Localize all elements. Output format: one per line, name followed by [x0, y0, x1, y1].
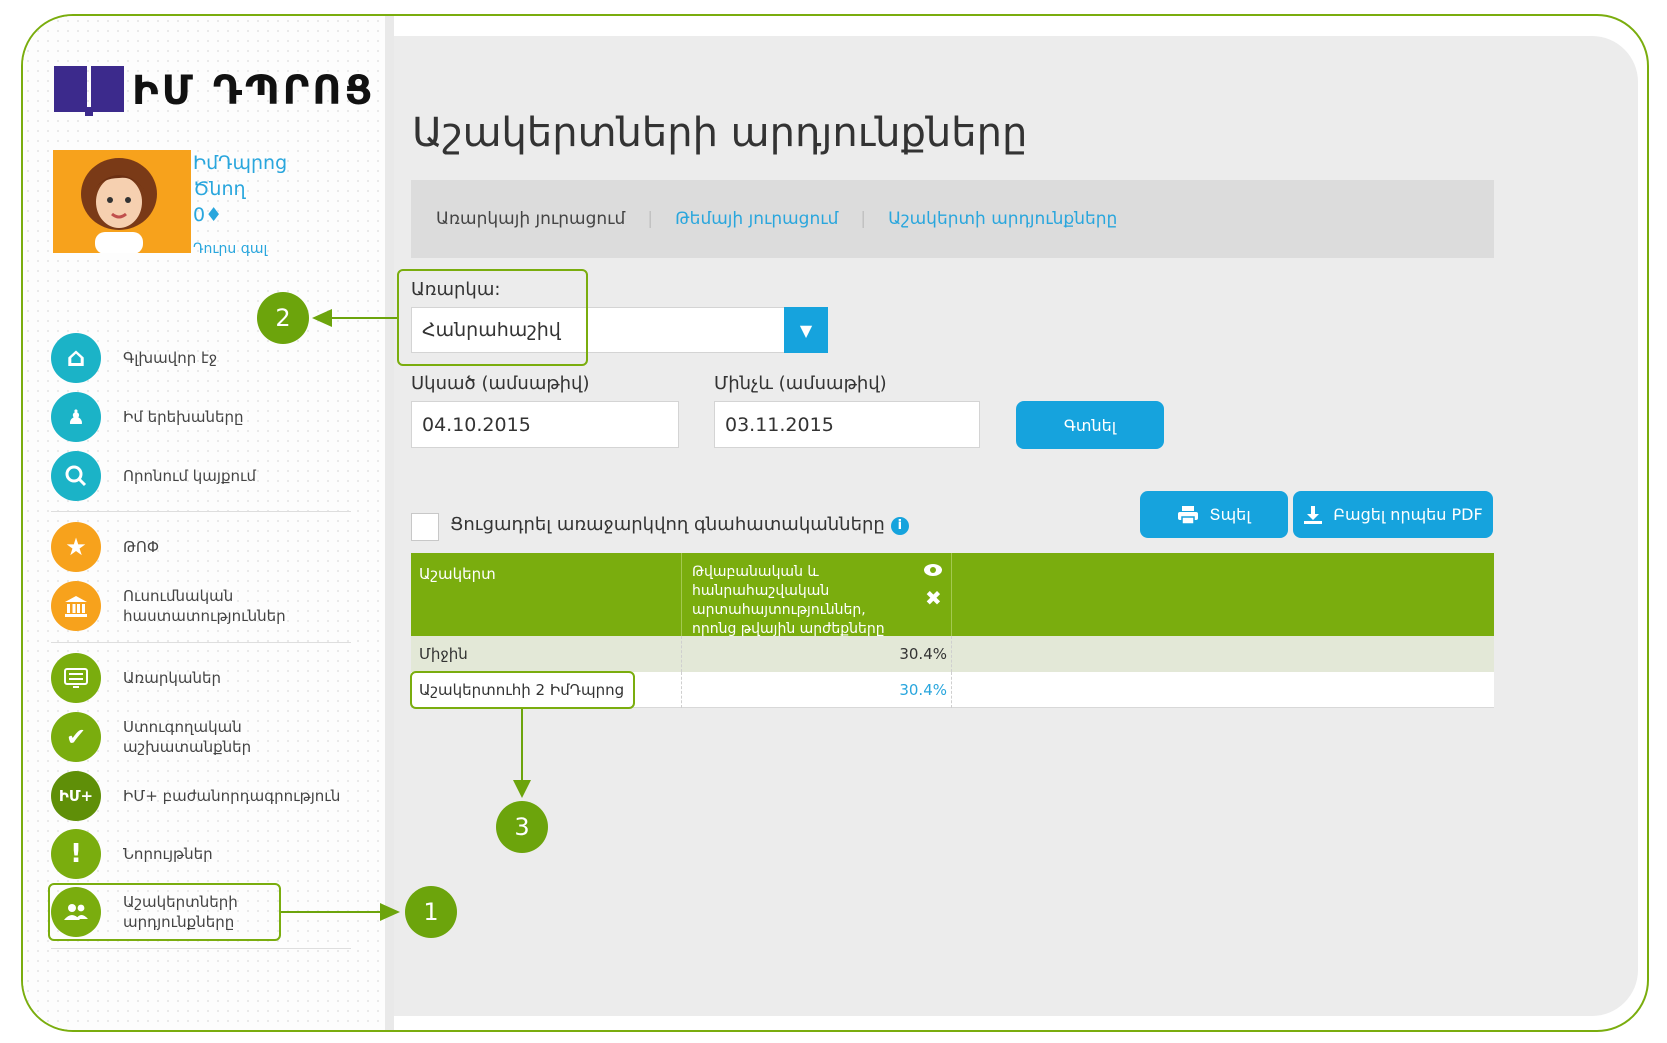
callout-arrow — [521, 709, 523, 781]
pdf-label: Բացել որպես PDF — [1333, 505, 1483, 524]
sidebar-item-news[interactable]: ! Նորույթներ — [51, 827, 381, 881]
label-line: հաստատություններ — [123, 607, 286, 625]
student-score-link[interactable]: 30.4% — [681, 681, 947, 699]
search-icon — [51, 451, 101, 501]
average-label: Միջին — [419, 645, 468, 663]
highlight-box-student — [410, 671, 635, 709]
sidebar-divider — [385, 16, 394, 1030]
children-icon: ♟ — [51, 392, 101, 442]
sidebar-item-children[interactable]: ♟ Իմ երեխաները — [51, 390, 381, 444]
user-last-name[interactable]: Ծնող — [193, 176, 287, 202]
to-date-label: Մինչև (ամսաթիվ) — [714, 373, 887, 394]
sidebar-item-label: ԹՈՓ — [123, 538, 160, 556]
nav-divider — [51, 642, 351, 643]
tab-topic-mastery[interactable]: Թեմայի յուրացում — [675, 209, 838, 229]
sidebar-item-tests[interactable]: ✔ Ստուգողական աշխատանքներ — [51, 710, 381, 764]
user-points: 0♦ — [193, 204, 223, 226]
sidebar-item-search[interactable]: Որոնում կայքում — [51, 449, 381, 503]
exclamation-icon: ! — [51, 829, 101, 879]
sidebar-item-label: Որոնում կայքում — [123, 467, 257, 485]
label-line: Ստուգողական — [123, 718, 242, 736]
callout-arrow — [330, 317, 398, 319]
tab-student-results[interactable]: Աշակերտի արդյունքները — [888, 209, 1117, 229]
highlight-box-nav — [48, 883, 281, 941]
open-pdf-button[interactable]: Բացել որպես PDF — [1293, 491, 1493, 538]
callout-3: 3 — [496, 801, 548, 853]
subjects-icon — [51, 653, 101, 703]
sidebar-item-institutions[interactable]: Ուսումնական հաստատություններ — [51, 579, 381, 633]
average-value: 30.4% — [899, 645, 947, 663]
print-label: Տպել — [1209, 505, 1251, 524]
checkbox-label-text: Ցուցադրել առաջարկվող գնահատականները — [450, 514, 885, 535]
info-icon[interactable]: i — [890, 517, 909, 535]
header-line: որոնց թվային արժեքները — [692, 621, 885, 636]
user-first-name[interactable]: ԻմԴպրոց — [193, 150, 287, 176]
sidebar-item-top[interactable]: ★ ԹՈՓ — [51, 520, 381, 574]
column-divider — [951, 636, 952, 672]
nav-divider — [51, 511, 351, 512]
check-icon: ✔ — [51, 712, 101, 762]
sidebar-item-subjects[interactable]: Առարկաներ — [51, 651, 381, 705]
star-icon: ★ — [51, 522, 101, 572]
printer-icon — [1178, 505, 1199, 525]
table-row-average: Միջին 30.4% — [411, 636, 1494, 672]
column-header-student: Աշակերտ — [419, 565, 496, 583]
column-divider — [951, 672, 952, 708]
arrow-head-down-icon — [513, 780, 531, 798]
header-line: արտահայտություններ, — [692, 602, 866, 618]
sidebar-item-label: ԻՄ+ բաժանորդագրություն — [123, 787, 341, 805]
sidebar-item-subscription[interactable]: ԻՄ+ ԻՄ+ բաժանորդագրություն — [51, 769, 381, 823]
tab-bar: Առարկայի յուրացում | Թեմայի յուրացում | … — [411, 180, 1494, 258]
show-suggested-grades-label: Ցուցադրել առաջարկվող գնահատականները i — [450, 514, 909, 535]
show-suggested-grades-checkbox[interactable] — [411, 513, 439, 541]
column-divider — [951, 553, 952, 636]
from-date-input[interactable]: 04.10.2015 — [411, 401, 679, 448]
column-divider — [681, 553, 682, 636]
label-line: աշխատանքներ — [123, 738, 252, 756]
sidebar-item-label: Առարկաներ — [123, 669, 221, 687]
sidebar-item-label: Ուսումնական հաստատություններ — [123, 586, 286, 626]
results-table-header: Աշակերտ Թվաբանական և հանրահաշվական արտահ… — [411, 553, 1494, 636]
sidebar-item-label: Նորույթներ — [123, 845, 213, 863]
sidebar-item-label: Ստուգողական աշխատանքներ — [123, 717, 251, 757]
callout-arrow — [281, 911, 381, 913]
user-panel: ԻմԴպրոց Ծնող 0♦ Դուրս գալ — [193, 150, 287, 262]
highlight-box-subject — [397, 269, 588, 366]
download-icon — [1304, 505, 1323, 524]
callout-1: 1 — [405, 886, 457, 938]
tab-divider: | — [860, 209, 867, 229]
close-icon[interactable]: ✖ — [925, 586, 942, 610]
sidebar-item-home[interactable]: ⌂ Գլխավոր էջ — [51, 331, 381, 385]
from-date-label: Սկսած (ամսաթիվ) — [411, 373, 590, 394]
header-line: հանրահաշվական — [692, 583, 830, 599]
label-line: Ուսումնական — [123, 587, 234, 605]
to-date-input[interactable]: 03.11.2015 — [714, 401, 980, 448]
institution-icon — [51, 581, 101, 631]
arrow-head-right-icon — [380, 903, 400, 921]
sidebar-item-label: Իմ երեխաները — [123, 408, 244, 426]
sidebar-item-label: Գլխավոր էջ — [123, 349, 218, 367]
arrow-head-left-icon — [312, 309, 332, 327]
logo[interactable]: ԻՄ ԴՊՐՈՑ — [54, 66, 375, 116]
column-header-topic: Թվաբանական և հանրահաշվական արտահայտությո… — [692, 563, 907, 636]
im-plus-icon: ԻՄ+ — [51, 771, 101, 821]
eye-icon[interactable] — [923, 562, 943, 578]
page-title: Աշակերտների արդյունքները — [412, 110, 1028, 156]
book-icon — [54, 66, 124, 116]
tab-subject-mastery[interactable]: Առարկայի յուրացում — [436, 209, 625, 229]
logout-link[interactable]: Դուրս գալ — [193, 236, 287, 262]
tab-divider: | — [647, 209, 654, 229]
nav-divider — [51, 948, 351, 949]
home-icon: ⌂ — [51, 333, 101, 383]
logo-text: ԻՄ ԴՊՐՈՑ — [132, 68, 376, 114]
chevron-down-icon[interactable]: ▼ — [784, 307, 828, 353]
avatar — [53, 150, 191, 253]
find-button[interactable]: Գտնել — [1016, 401, 1164, 449]
print-button[interactable]: Տպել — [1140, 491, 1288, 538]
header-line: Թվաբանական և — [692, 564, 819, 580]
callout-2: 2 — [257, 292, 309, 344]
